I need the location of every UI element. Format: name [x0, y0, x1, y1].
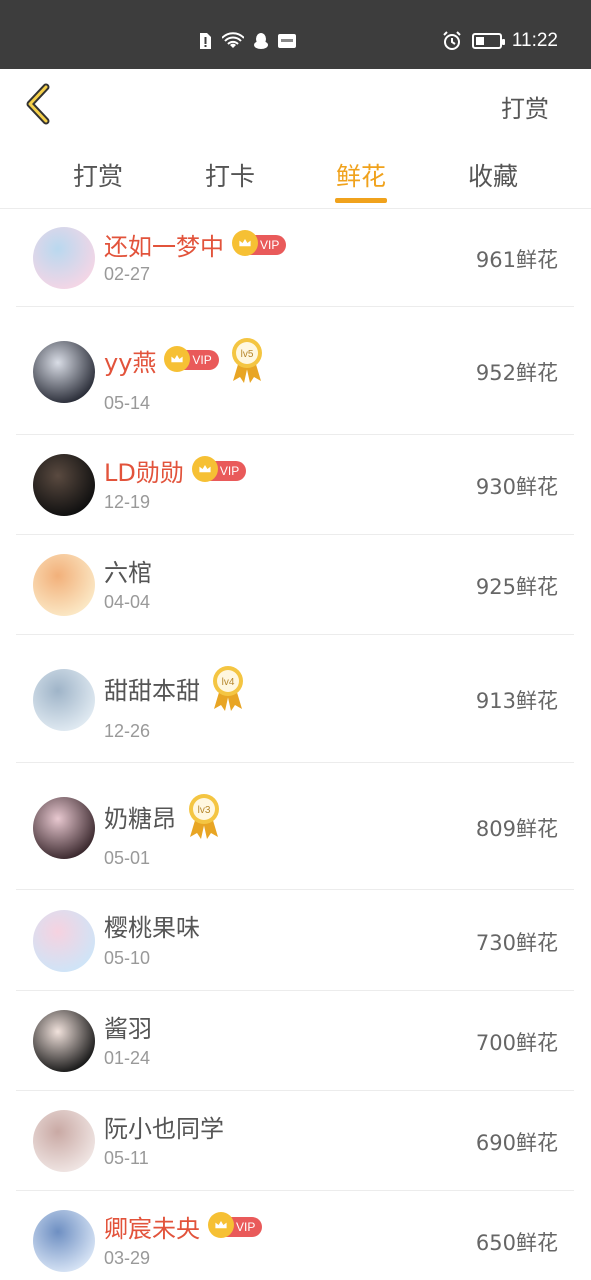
gift-date: 12-26 — [104, 721, 151, 741]
avatar[interactable] — [33, 1210, 95, 1272]
flower-count: 730鲜花 — [475, 930, 558, 955]
avatar[interactable] — [33, 1110, 95, 1172]
level-badge-icon: lv3 — [184, 791, 224, 841]
user-name[interactable]: 卿宸未央 — [104, 1209, 200, 1244]
sim-alert-icon — [200, 33, 211, 49]
gift-date: 04-04 — [104, 592, 151, 612]
flower-count: 961鲜花 — [475, 248, 558, 272]
list-item[interactable]: LD勋勋 VIP 12-19 930鲜花 — [16, 435, 574, 535]
gift-date: 02-27 — [104, 264, 151, 284]
gift-date: 03-29 — [104, 1248, 151, 1268]
gift-date: 05-01 — [104, 848, 151, 868]
level-badge-text: lv3 — [198, 805, 211, 816]
active-tab-indicator — [335, 198, 387, 203]
flower-count: 700鲜花 — [475, 1031, 558, 1055]
gift-date: 12-19 — [104, 492, 151, 512]
vip-badge-text: VIP — [236, 1219, 256, 1234]
flower-count: 650鲜花 — [475, 1231, 558, 1255]
user-name-line: 阮小也同学 — [104, 1109, 224, 1144]
user-name-line: yy燕 VIP lv5 — [104, 335, 267, 385]
avatar[interactable] — [33, 1010, 95, 1072]
flower-count: 690鲜花 — [475, 1131, 558, 1155]
avatar[interactable] — [33, 227, 95, 289]
vip-badge: VIP — [208, 1212, 263, 1238]
wifi-icon — [222, 32, 244, 48]
vip-badge: VIP — [232, 230, 287, 256]
list-item[interactable]: 卿宸未央 VIP 03-29 650鲜花 — [16, 1191, 574, 1280]
list-item[interactable]: 甜甜本甜 lv4 12-26 913鲜花 — [16, 635, 574, 763]
back-arrow-icon[interactable] — [22, 83, 58, 125]
vip-badge-text: VIP — [192, 353, 212, 367]
list-item[interactable]: 樱桃果味 05-10 730鲜花 — [16, 890, 574, 991]
avatar[interactable] — [33, 341, 95, 403]
alarm-icon — [443, 31, 461, 50]
user-name[interactable]: 六棺 — [104, 553, 152, 588]
gift-date: 05-14 — [104, 393, 151, 413]
user-name[interactable]: 奶糖昂 — [104, 799, 176, 834]
gift-date: 05-10 — [104, 948, 151, 968]
flower-count: 809鲜花 — [475, 816, 558, 841]
flower-count: 930鲜花 — [475, 475, 558, 499]
list-item[interactable]: 阮小也同学 05-11 690鲜花 — [16, 1091, 574, 1191]
user-name-line: 酱羽 — [104, 1009, 152, 1044]
user-name-line: 卿宸未央 VIP — [104, 1209, 263, 1244]
user-name[interactable]: yy燕 — [104, 343, 156, 378]
avatar[interactable] — [33, 554, 95, 616]
vip-badge: VIP — [191, 456, 247, 482]
crown-icon — [208, 1212, 234, 1238]
flower-count: 925鲜花 — [475, 575, 558, 599]
user-name-line: LD勋勋 VIP — [104, 453, 247, 488]
user-name-line: 奶糖昂 lv3 — [104, 791, 224, 841]
status-right: 11:22 — [442, 30, 558, 52]
user-name-line: 还如一梦中 VIP — [104, 227, 287, 262]
status-time: 11:22 — [511, 30, 558, 51]
vip-badge-text: VIP — [260, 237, 280, 252]
tab-checkin[interactable]: 打卡 — [190, 157, 270, 193]
tab-reward[interactable]: 打赏 — [58, 157, 138, 193]
crown-icon — [232, 230, 258, 256]
tab-favorites[interactable]: 收藏 — [453, 157, 533, 193]
user-name[interactable]: 阮小也同学 — [104, 1109, 224, 1144]
level-badge-text: lv4 — [222, 677, 235, 688]
user-name[interactable]: 甜甜本甜 — [104, 671, 200, 706]
list-item[interactable]: 酱羽 01-24 700鲜花 — [16, 991, 574, 1091]
user-name[interactable]: 樱桃果味 — [104, 908, 200, 943]
battery-icon — [471, 33, 505, 49]
top-bar: 打赏 — [0, 69, 591, 139]
status-bar: 11:22 — [0, 0, 591, 69]
flower-count: 913鲜花 — [475, 689, 558, 713]
user-name[interactable]: 还如一梦中 — [104, 227, 224, 262]
user-name-line: 樱桃果味 — [104, 908, 200, 943]
level-badge-icon: lv4 — [208, 663, 248, 713]
gift-date: 01-24 — [104, 1048, 151, 1068]
user-name[interactable]: 酱羽 — [104, 1009, 152, 1044]
crown-icon — [191, 456, 218, 482]
tab-bar: 打赏 打卡 鲜花 收藏 — [0, 139, 591, 209]
crown-icon — [164, 345, 191, 372]
tab-flowers[interactable]: 鲜花 — [321, 157, 401, 193]
notification-icons — [196, 32, 296, 50]
avatar[interactable] — [33, 454, 95, 516]
vip-badge: VIP — [164, 345, 219, 372]
flower-count: 952鲜花 — [475, 361, 558, 385]
qq-icon — [254, 33, 268, 49]
list-item[interactable]: yy燕 VIP lv5 05-14 952鲜花 — [16, 307, 574, 435]
vip-badge-text: VIP — [219, 463, 240, 478]
user-name-line: 甜甜本甜 lv4 — [104, 663, 248, 713]
avatar[interactable] — [33, 669, 95, 731]
list-item[interactable]: 六棺 04-04 925鲜花 — [16, 535, 574, 635]
list-item[interactable]: 奶糖昂 lv3 05-01 809鲜花 — [16, 763, 574, 890]
gift-date: 05-11 — [104, 1148, 149, 1168]
user-name-line: 六棺 — [104, 553, 152, 588]
avatar[interactable] — [33, 909, 95, 972]
avatar[interactable] — [33, 796, 95, 859]
level-badge-icon: lv5 — [227, 335, 267, 385]
list-item[interactable]: 还如一梦中 VIP 02-27 961鲜花 — [16, 209, 574, 307]
level-badge-text: lv5 — [240, 349, 253, 360]
sms-icon — [278, 34, 296, 48]
reward-button[interactable]: 打赏 — [501, 89, 549, 124]
user-name[interactable]: LD勋勋 — [104, 453, 184, 488]
flower-ranking-list: 还如一梦中 VIP 02-27 961鲜花 yy燕 VIP lv5 05-14 952鲜花 LD勋… — [16, 209, 574, 1280]
